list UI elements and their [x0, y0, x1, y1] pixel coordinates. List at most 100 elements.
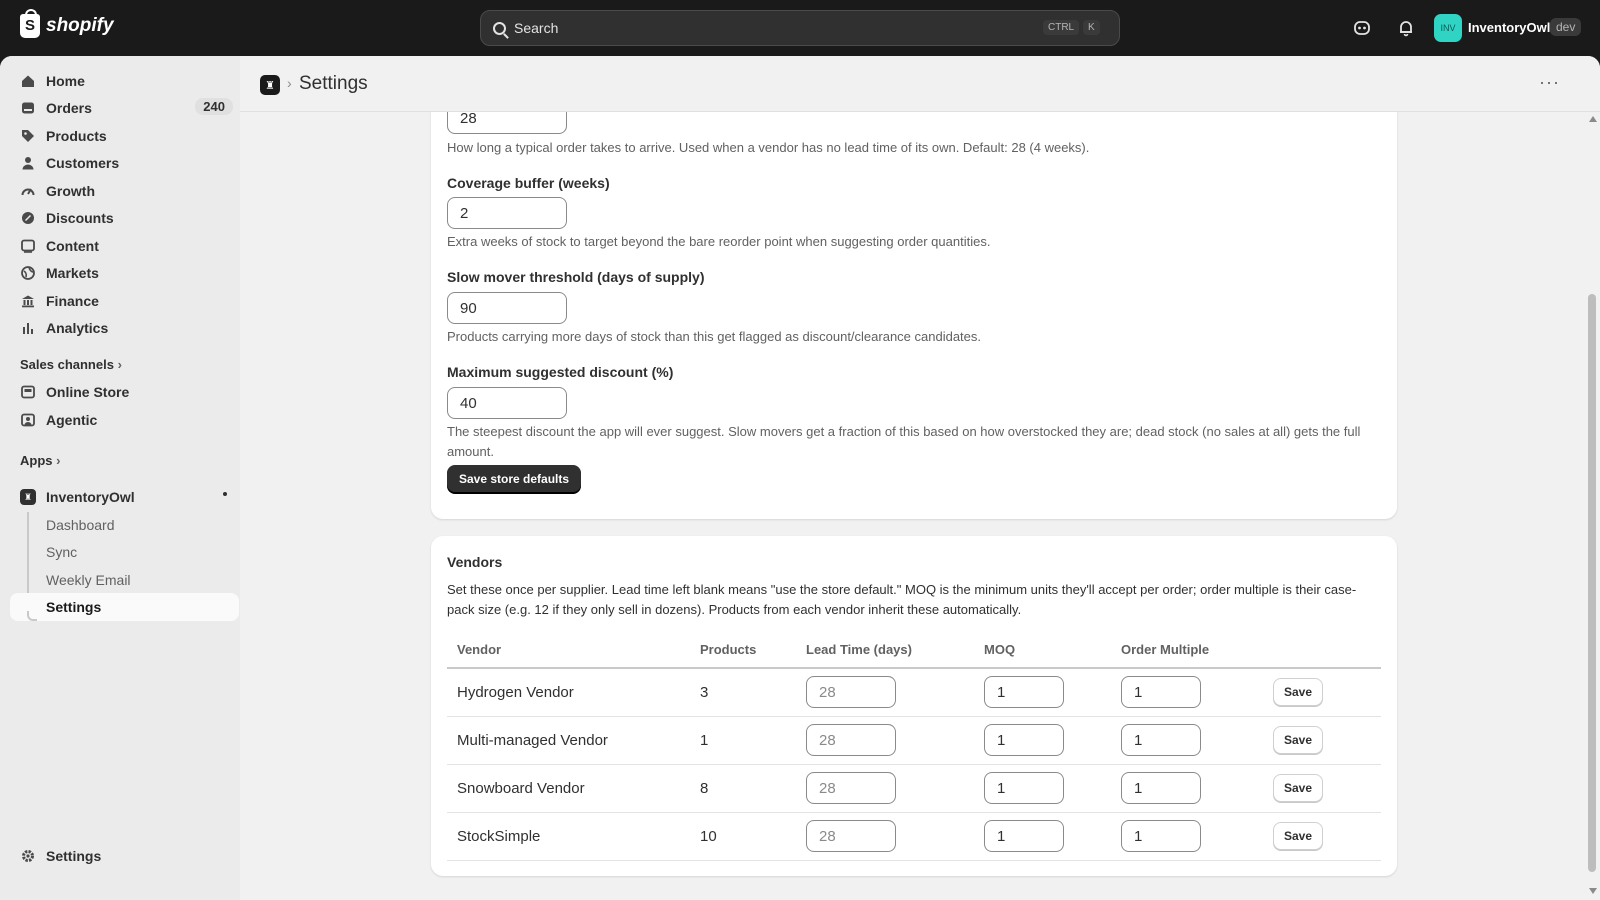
sidebar-item-home[interactable]: Home	[10, 67, 239, 95]
max-discount-label: Maximum suggested discount (%)	[447, 364, 674, 380]
coverage-input[interactable]	[447, 197, 567, 229]
save-vendor-button[interactable]: Save	[1273, 678, 1324, 707]
discount-icon	[20, 210, 36, 226]
moq-field[interactable]	[984, 724, 1064, 756]
vendors-table: Vendor Products Lead Time (days) MOQ Ord…	[447, 632, 1381, 861]
inventoryowl-app-icon: ♜	[20, 489, 36, 505]
pin-dot-icon[interactable]	[223, 492, 227, 496]
sidebar-item-label: Customers	[46, 155, 120, 171]
coverage-label: Coverage buffer (weeks)	[447, 175, 610, 191]
bell-icon[interactable]	[1396, 18, 1416, 38]
lead-time-input[interactable]	[447, 112, 567, 134]
top-bar: shopify Search CTRL K INV InventoryOwl d…	[0, 0, 1600, 56]
table-row: Hydrogen Vendor 3 Save	[447, 668, 1381, 717]
sidebar-subitem-dashboard[interactable]: Dashboard	[10, 511, 239, 539]
lead-time-field[interactable]	[806, 676, 896, 709]
brand-name: shopify	[46, 15, 114, 36]
vendor-name: Snowboard Vendor	[447, 764, 690, 813]
sidebar-item-label: Growth	[46, 183, 95, 199]
sidebar-item-growth[interactable]: Growth	[10, 177, 239, 205]
scroll-thumb[interactable]	[1588, 294, 1596, 872]
max-discount-input[interactable]	[447, 387, 567, 419]
orders-count-badge: 240	[195, 98, 233, 115]
chevron-right-icon: ›	[56, 453, 61, 468]
slow-mover-input[interactable]	[447, 292, 567, 324]
max-discount-help: The steepest discount the app will ever …	[447, 424, 1361, 459]
scrollbar[interactable]	[1585, 112, 1600, 900]
shopify-logo[interactable]: shopify	[20, 9, 114, 38]
scroll-up-arrow-icon[interactable]	[1589, 116, 1597, 122]
sidebar-item-label: Settings	[46, 848, 102, 864]
app-icon[interactable]: ♜	[260, 75, 280, 95]
sidebar-item-customers[interactable]: Customers	[10, 149, 239, 177]
table-row: Multi-managed Vendor 1 Save	[447, 716, 1381, 765]
person-icon	[20, 155, 36, 171]
admin-frame: Home Orders 240 Products Customers Growt…	[0, 56, 1600, 900]
sidebar-item-orders[interactable]: Orders 240	[10, 94, 239, 122]
apps-heading[interactable]: Apps ›	[20, 453, 60, 468]
shortcut-ctrl: CTRL	[1043, 20, 1080, 35]
save-vendor-button[interactable]: Save	[1273, 822, 1324, 850]
subitem-label: Sync	[46, 544, 78, 560]
breadcrumb-chevron-icon: ›	[287, 75, 292, 91]
scroll-down-arrow-icon[interactable]	[1589, 888, 1597, 894]
moq-field[interactable]	[984, 772, 1064, 804]
order-multiple-field[interactable]	[1121, 820, 1201, 852]
lead-time-field[interactable]	[806, 820, 896, 852]
search-bar[interactable]: Search CTRL K	[480, 10, 1120, 46]
order-multiple-field[interactable]	[1121, 772, 1201, 804]
save-store-defaults-button[interactable]: Save store defaults	[447, 465, 582, 493]
table-header-row: Vendor Products Lead Time (days) MOQ Ord…	[447, 632, 1381, 669]
sidebar-item-online-store[interactable]: Online Store	[10, 378, 239, 406]
sidebar-item-markets[interactable]: Markets	[10, 259, 239, 287]
sales-channels-heading[interactable]: Sales channels ›	[20, 357, 122, 372]
vendors-description: Set these once per supplier. Lead time l…	[447, 582, 1357, 617]
home-icon	[20, 73, 36, 89]
coverage-help: Extra weeks of stock to target beyond th…	[447, 234, 991, 249]
agent-icon	[20, 412, 36, 428]
subitem-label: Settings	[46, 599, 102, 615]
sidebar-item-products[interactable]: Products	[10, 122, 239, 150]
sidebar-subitem-sync[interactable]: Sync	[10, 538, 239, 566]
column-header: Lead Time (days)	[796, 632, 974, 669]
sidebar-item-label: Orders	[46, 100, 92, 116]
sidebar-subitem-settings[interactable]: Settings	[10, 593, 239, 621]
order-multiple-field[interactable]	[1121, 724, 1201, 756]
store-name[interactable]: InventoryOwl	[1468, 20, 1550, 35]
sidebar-item-settings[interactable]: Settings	[10, 842, 239, 870]
sidebar-item-label: Agentic	[46, 412, 98, 428]
sidebar-item-label: Discounts	[46, 210, 114, 226]
content-icon	[20, 238, 36, 254]
moq-field[interactable]	[984, 820, 1064, 852]
vendors-title: Vendors	[447, 554, 503, 570]
order-multiple-field[interactable]	[1121, 676, 1201, 709]
sidekick-icon[interactable]	[1352, 18, 1372, 38]
bank-icon	[20, 293, 36, 309]
moq-field[interactable]	[984, 676, 1064, 709]
search-icon	[493, 21, 506, 35]
vendors-card: Vendors Set these once per supplier. Lea…	[431, 536, 1397, 876]
orders-icon	[20, 100, 36, 116]
sidebar-item-inventoryowl[interactable]: ♜ InventoryOwl	[10, 483, 239, 511]
sidebar-item-label: InventoryOwl	[46, 489, 135, 505]
sidebar-item-label: Finance	[46, 293, 99, 309]
shortcut-k: K	[1083, 20, 1100, 35]
sidebar-item-agentic[interactable]: Agentic	[10, 406, 239, 434]
apps-label: Apps	[20, 453, 53, 468]
sidebar-item-finance[interactable]: Finance	[10, 287, 239, 315]
save-vendor-button[interactable]: Save	[1273, 774, 1324, 802]
main-content: How long a typical order takes to arrive…	[240, 112, 1585, 900]
more-actions-icon[interactable]: ···	[1539, 72, 1560, 93]
lead-time-field[interactable]	[806, 772, 896, 804]
slow-mover-help: Products carrying more days of stock tha…	[447, 329, 982, 344]
sidebar-item-analytics[interactable]: Analytics	[10, 314, 239, 342]
column-header-actions	[1263, 632, 1381, 669]
save-vendor-button[interactable]: Save	[1273, 726, 1324, 754]
store-avatar[interactable]: INV	[1434, 14, 1462, 42]
lead-time-help: How long a typical order takes to arrive…	[447, 140, 1090, 155]
sidebar-subitem-weekly-email[interactable]: Weekly Email	[10, 566, 239, 594]
sidebar-item-content[interactable]: Content	[10, 232, 239, 260]
sidebar-item-discounts[interactable]: Discounts	[10, 204, 239, 232]
lead-time-field[interactable]	[806, 724, 896, 756]
tag-icon	[20, 128, 36, 144]
